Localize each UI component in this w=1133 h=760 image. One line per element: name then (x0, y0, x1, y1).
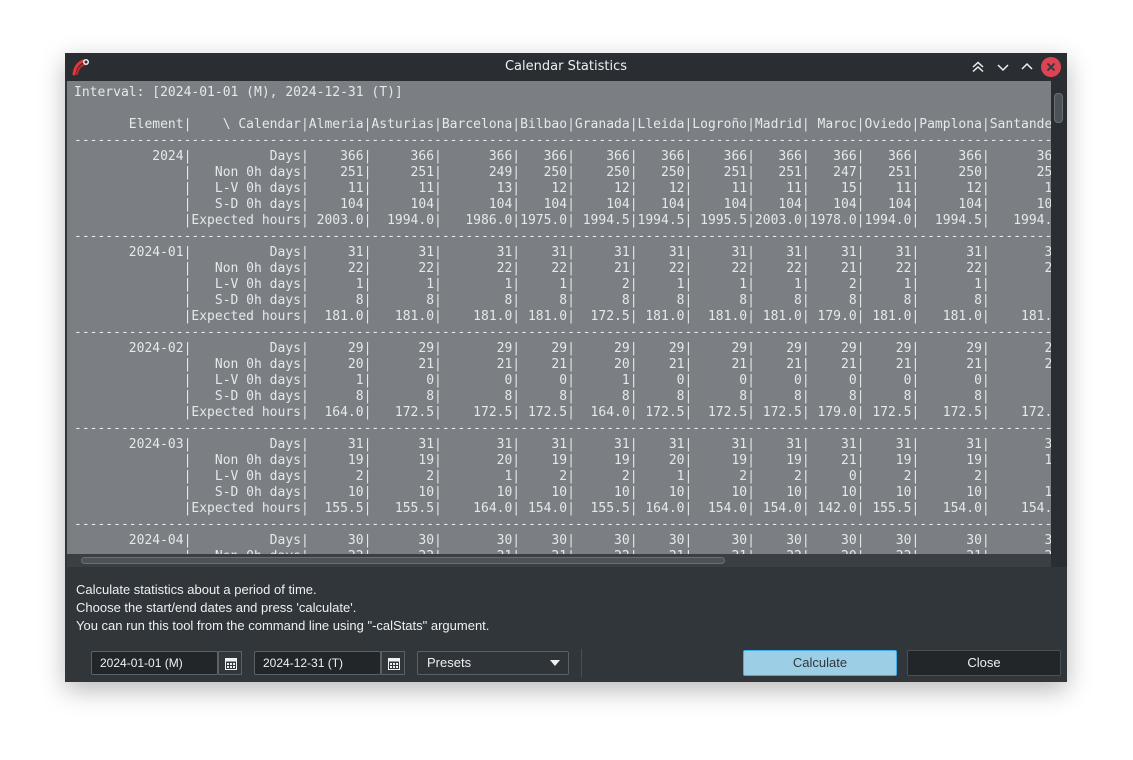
end-date-field[interactable]: 2024-12-31 (T) (254, 651, 381, 675)
presets-dropdown[interactable]: Presets (417, 651, 569, 675)
description-line: You can run this tool from the command l… (76, 618, 490, 633)
description-line: Choose the start/end dates and press 'ca… (76, 600, 357, 615)
window-close-button[interactable] (1041, 57, 1061, 77)
horizontal-scrollbar[interactable] (67, 554, 1051, 567)
end-date-calendar-button[interactable] (381, 651, 405, 675)
vertical-scrollbar-thumb[interactable] (1054, 93, 1063, 123)
horizontal-scrollbar-thumb[interactable] (81, 557, 725, 564)
title-bar[interactable]: Calendar Statistics (65, 53, 1067, 81)
statistics-text: Interval: [2024-01-01 (M), 2024-12-31 (T… (74, 85, 1051, 564)
window-title: Calendar Statistics (504, 59, 627, 74)
calendar-icon (225, 658, 237, 670)
end-date-value: 2024-12-31 (T) (263, 656, 344, 670)
chevron-up-icon (1021, 62, 1033, 70)
calendar-icon (388, 658, 400, 670)
start-date-calendar-button[interactable] (218, 651, 242, 675)
start-date-value: 2024-01-01 (M) (100, 656, 183, 670)
close-button[interactable]: Close (907, 650, 1061, 676)
vertical-scrollbar[interactable] (1051, 81, 1067, 567)
keep-above-button[interactable] (968, 57, 988, 77)
toolbar-separator (581, 649, 582, 677)
close-icon (1046, 62, 1056, 72)
calculate-button[interactable]: Calculate (743, 650, 897, 676)
calendar-statistics-window: Calendar Statistics Interval: [2024-01-0… (65, 53, 1067, 682)
start-date-field[interactable]: 2024-01-01 (M) (91, 651, 218, 675)
double-chevron-up-icon (972, 61, 984, 73)
maximize-button[interactable] (1017, 57, 1037, 77)
statistics-output[interactable]: Interval: [2024-01-01 (M), 2024-12-31 (T… (67, 81, 1051, 567)
description-text: Calculate statistics about a period of t… (76, 581, 489, 635)
presets-label: Presets (427, 655, 472, 670)
description-line: Calculate statistics about a period of t… (76, 582, 317, 597)
dropdown-arrow-icon (550, 660, 560, 666)
chevron-down-icon (997, 64, 1009, 72)
minimize-button[interactable] (993, 57, 1013, 77)
